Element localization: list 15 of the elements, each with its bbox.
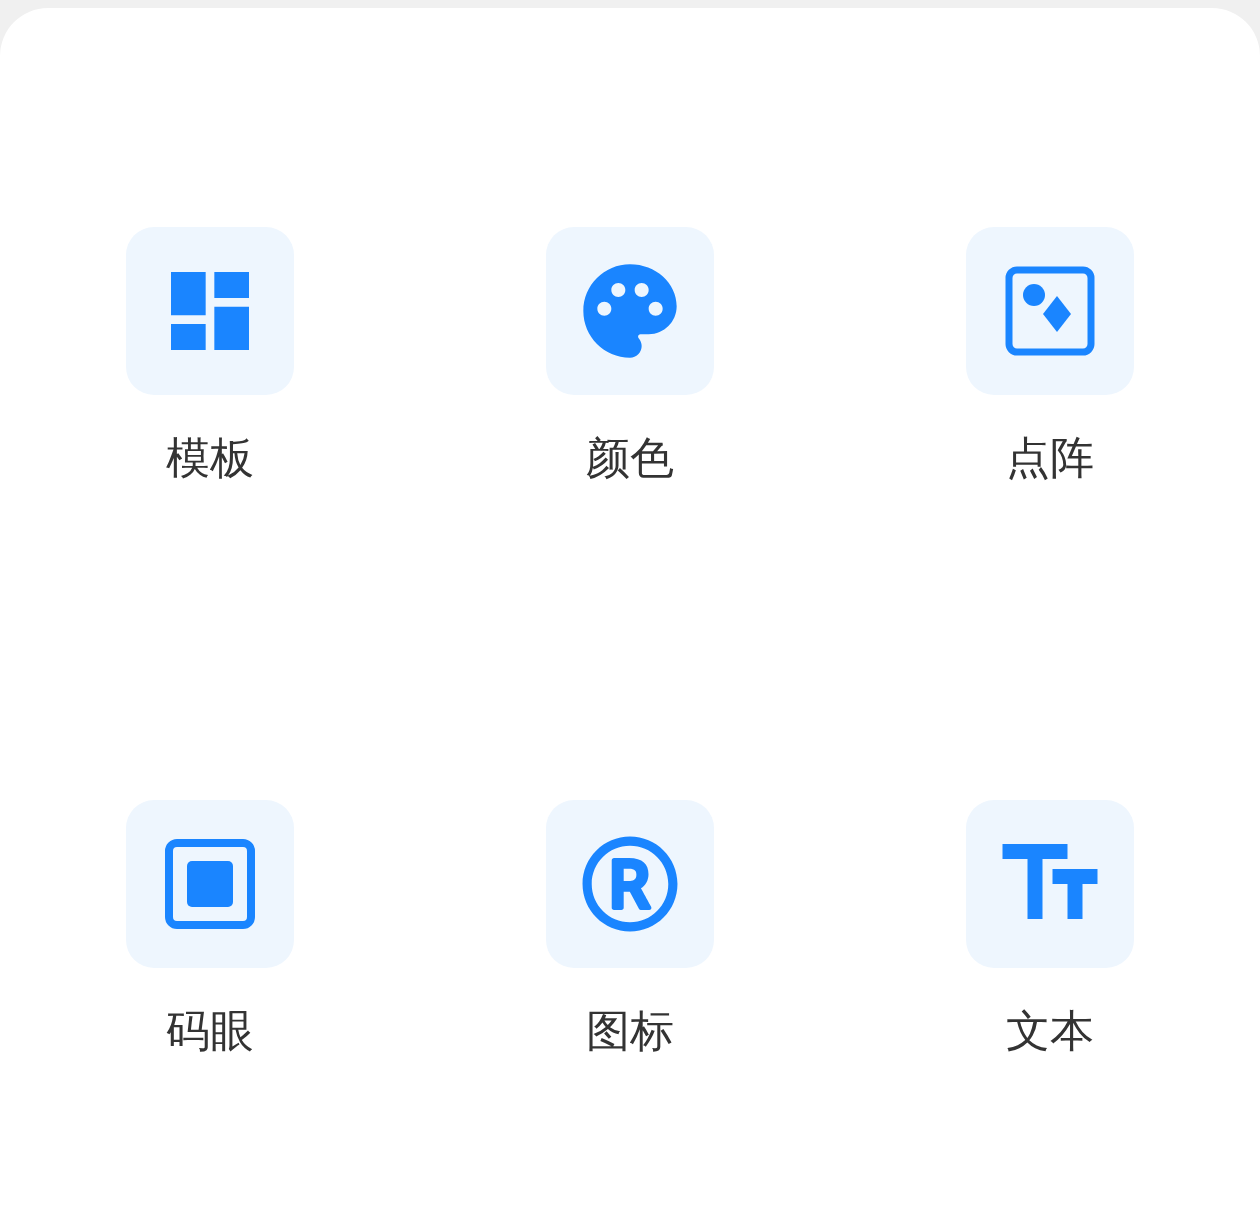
- tool-label: 码眼: [166, 1007, 254, 1055]
- tool-label: 模板: [166, 434, 254, 482]
- tool-button[interactable]: [126, 800, 294, 968]
- tool-label: 文本: [1006, 1007, 1094, 1055]
- tool-button[interactable]: [546, 227, 714, 395]
- tool-button[interactable]: [966, 800, 1134, 968]
- sparkle-image-icon: [1005, 266, 1095, 356]
- tool-button[interactable]: [966, 227, 1134, 395]
- tool-label: 点阵: [1006, 434, 1094, 482]
- square-icon: [165, 839, 255, 929]
- tool-label: 图标: [586, 1007, 674, 1055]
- registered-icon: [581, 835, 679, 933]
- tool-label: 颜色: [586, 434, 674, 482]
- tool-button[interactable]: [126, 227, 294, 395]
- tool-button[interactable]: [546, 800, 714, 968]
